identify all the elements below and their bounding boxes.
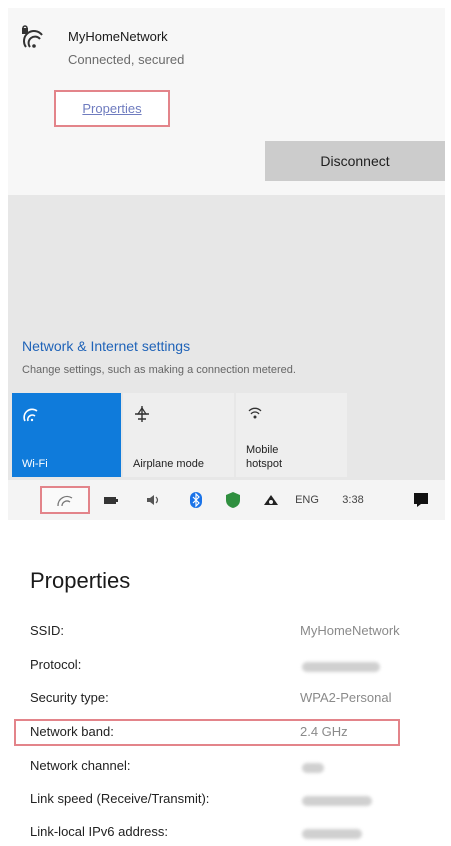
property-label: Network band: — [30, 724, 114, 739]
property-row-network-band: Network band: 2.4 GHz — [30, 720, 440, 746]
properties-panel: Properties SSID: MyHomeNetwork Protocol:… — [0, 540, 451, 841]
property-label: Security type: — [30, 690, 109, 705]
battery-icon[interactable] — [100, 488, 122, 512]
property-value: 2.4 GHz — [300, 724, 348, 739]
hotspot-label-line2: hotspot — [246, 458, 283, 470]
network-status: Connected, secured — [68, 52, 185, 67]
property-label: Link speed (Receive/Transmit): — [30, 791, 210, 806]
volume-icon[interactable] — [142, 488, 166, 512]
wifi-tile-label: Wi-Fi — [22, 458, 48, 470]
disconnect-button[interactable]: Disconnect — [265, 141, 445, 181]
properties-title: Properties — [30, 568, 131, 593]
properties-link[interactable]: Properties — [54, 90, 170, 127]
property-label: Network channel: — [30, 758, 131, 773]
redacted-value — [302, 829, 362, 839]
network-settings-link[interactable]: Network & Internet settings — [22, 338, 190, 354]
shield-icon[interactable] — [222, 488, 244, 512]
airplane-icon — [135, 406, 149, 422]
property-row-security-type: Security type: WPA2-Personal — [30, 686, 440, 712]
property-row-ipv6: Link-local IPv6 address: — [30, 820, 440, 846]
network-name: MyHomeNetwork — [68, 29, 168, 44]
property-label: Link-local IPv6 address: — [30, 824, 169, 839]
property-row-link-speed: Link speed (Receive/Transmit): — [30, 787, 440, 813]
property-value: WPA2-Personal — [300, 690, 392, 705]
property-row-protocol: Protocol: — [30, 653, 440, 679]
property-label: Protocol: — [30, 657, 82, 672]
taskbar: ENG 3:38 — [8, 480, 445, 520]
property-value: MyHomeNetwork — [300, 623, 400, 638]
wifi-tray-icon — [57, 495, 73, 507]
network-flyout: MyHomeNetwork Connected, secured Propert… — [8, 8, 445, 520]
hotspot-icon — [248, 407, 262, 419]
redacted-value — [302, 796, 372, 806]
property-label: SSID: — [30, 623, 64, 638]
hotspot-tile-label: Mobile hotspot — [246, 443, 282, 471]
wifi-toggle-tile[interactable]: Wi-Fi — [12, 393, 121, 477]
notification-icon[interactable] — [410, 488, 432, 512]
airplane-tile-label: Airplane mode — [133, 458, 204, 470]
property-row-ssid: SSID: MyHomeNetwork — [30, 619, 440, 645]
airplane-mode-tile[interactable]: Airplane mode — [123, 393, 234, 477]
secured-wifi-icon — [22, 25, 43, 48]
redacted-value — [302, 763, 324, 773]
property-row-network-channel: Network channel: — [30, 754, 440, 780]
wifi-icon — [23, 408, 38, 422]
cloud-icon[interactable] — [260, 488, 282, 512]
redacted-value — [302, 662, 380, 672]
language-indicator[interactable]: ENG — [292, 488, 322, 512]
network-settings-description: Change settings, such as making a connec… — [22, 364, 296, 376]
hotspot-label-line1: Mobile — [246, 444, 279, 456]
connected-network-section: MyHomeNetwork Connected, secured Propert… — [8, 8, 445, 195]
mobile-hotspot-tile[interactable]: Mobile hotspot — [236, 393, 347, 477]
clock[interactable]: 3:38 — [338, 488, 368, 512]
bluetooth-icon[interactable] — [186, 488, 206, 512]
network-tray-icon[interactable] — [40, 486, 90, 514]
